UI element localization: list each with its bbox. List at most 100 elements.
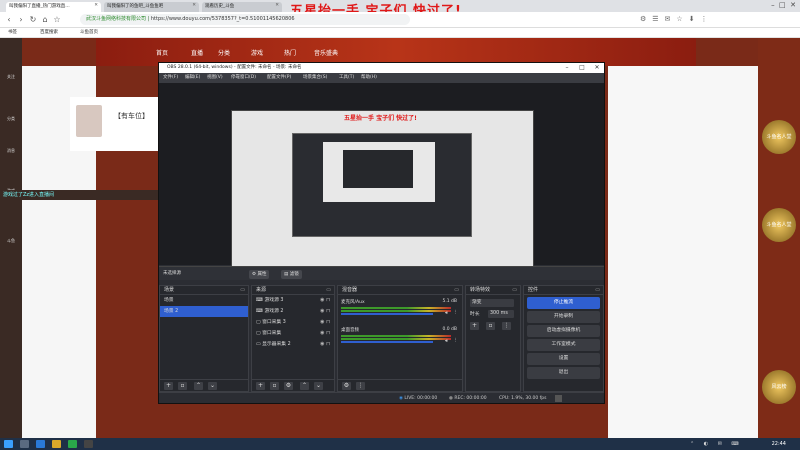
trash-icon[interactable]: ▫ (178, 382, 187, 390)
move-up-icon[interactable]: ⌃ (300, 382, 309, 390)
duration-input[interactable]: 300 ms (488, 310, 514, 318)
studio-mode-button[interactable]: 工作室模式 (527, 339, 600, 351)
nav-item[interactable]: 直播 (191, 48, 203, 57)
speaker-icon[interactable]: 🔊︎ (445, 310, 448, 316)
settings-button[interactable]: 设置 (527, 353, 600, 365)
visibility-lock-icons[interactable]: ◉ ⊓ (320, 295, 330, 306)
properties-button[interactable]: ⚙ 属性 (249, 270, 270, 279)
tab-douyu-live[interactable]: 叫我偏阳了直播_热门游戏直播_斗鱼 ✕ (6, 2, 101, 12)
minimize-icon[interactable]: – (560, 63, 574, 73)
more-icon[interactable]: ⋮ (454, 338, 459, 343)
forward-icon[interactable]: › (16, 14, 26, 25)
volume-slider[interactable] (341, 341, 433, 343)
sidebar-item[interactable]: 关注 (4, 74, 18, 80)
tab-history[interactable]: 观看历史_斗鱼 ✕ (202, 2, 282, 12)
window-icon: ▢ (256, 331, 261, 336)
menu-help[interactable]: 帮助(H) (361, 73, 377, 83)
volume-slider[interactable] (341, 313, 433, 315)
more-icon[interactable]: ⋮ (356, 382, 365, 390)
gear-icon[interactable]: ⚙ (342, 382, 351, 390)
stop-streaming-button[interactable]: 停止推流 (527, 297, 600, 309)
search-icon[interactable] (20, 440, 29, 448)
source-item[interactable]: ▢ 窗口采集 ◉ ⊓ (252, 328, 334, 339)
toolbar-icons[interactable]: ⚙☰✉☆⬇⋮ (640, 15, 790, 25)
badge-icon[interactable]: 斗鱼名人堂 (762, 120, 796, 154)
sidebar-item[interactable]: 消息 (4, 148, 18, 154)
nav-item[interactable]: 首页 (156, 48, 168, 57)
close-icon[interactable]: ✕ (590, 63, 604, 73)
more-icon[interactable]: ⋮ (502, 322, 511, 330)
url-field[interactable]: 武汉斗鱼网络科技有限公司 | https://www.douyu.com/537… (80, 14, 410, 25)
star-icon[interactable]: ☆ (52, 14, 62, 25)
dock-options-icon[interactable]: ▭ (512, 286, 517, 295)
bookmark-item[interactable]: 书签 (8, 28, 17, 38)
move-down-icon[interactable]: ⌄ (314, 382, 323, 390)
menu-tools[interactable]: 工具(T) (339, 73, 354, 83)
scene-item-selected[interactable]: 场景 2 (160, 306, 248, 317)
add-icon[interactable]: + (470, 322, 479, 330)
sidebar-item[interactable]: 分类 (4, 116, 18, 122)
source-item[interactable]: ▢ 窗口采集 3 ◉ ⊓ (252, 317, 334, 328)
nav-item[interactable]: 热门 (284, 48, 296, 57)
bookmark-item[interactable]: 百度搜索 (40, 28, 58, 38)
scene-item[interactable]: 场景 (160, 295, 248, 306)
browser-taskbar-icon[interactable] (36, 440, 45, 448)
close-icon[interactable]: ✕ (94, 3, 98, 8)
visibility-lock-icons[interactable]: ◉ ⊓ (320, 317, 330, 328)
source-item[interactable]: ▭ 显示器采集 2 ◉ ⊓ (252, 339, 334, 350)
nav-item[interactable]: 音乐盛典 (314, 48, 338, 57)
dock-options-icon[interactable]: ▭ (454, 286, 459, 295)
home-icon[interactable]: ⌂ (40, 14, 50, 25)
dock-options-icon[interactable]: ▭ (595, 286, 600, 295)
transition-select[interactable]: 渐变 (466, 298, 520, 309)
wechat-icon[interactable] (68, 440, 77, 448)
more-icon[interactable]: ⋮ (454, 310, 459, 315)
badge-icon[interactable]: 斗鱼名人堂 (762, 208, 796, 242)
menu-docks[interactable]: 停靠窗口(D) (231, 73, 256, 83)
nav-item[interactable]: 游戏 (251, 48, 263, 57)
filters-button[interactable]: ▤ 滤镜 (281, 270, 302, 279)
clock[interactable]: 22:44 (772, 438, 786, 450)
reload-icon[interactable]: ↻ (28, 14, 38, 25)
menu-view[interactable]: 视图(V) (207, 73, 223, 83)
speaker-icon[interactable]: 🔊︎ (445, 338, 448, 344)
add-icon[interactable]: + (164, 382, 173, 390)
window-controls[interactable]: – □ ✕ (771, 1, 796, 9)
obs-taskbar-icon[interactable] (84, 440, 93, 448)
sidebar-item[interactable]: 斗鱼 (4, 238, 18, 244)
source-item[interactable]: ⌨ 游戏源 2 ◉ ⊓ (252, 306, 334, 317)
maximize-icon[interactable]: □ (575, 63, 589, 73)
visibility-lock-icons[interactable]: ◉ ⊓ (320, 328, 330, 339)
start-recording-button[interactable]: 开始录制 (527, 311, 600, 323)
trash-icon[interactable]: ▫ (270, 382, 279, 390)
menu-scene-collection[interactable]: 场景集合(S) (303, 73, 327, 83)
back-icon[interactable]: ‹ (4, 14, 14, 25)
trash-icon[interactable]: ▫ (486, 322, 495, 330)
resize-grip[interactable] (555, 395, 562, 402)
obs-preview[interactable]: 五星抬一手 宝子们 快过了! (159, 83, 604, 280)
start-icon[interactable] (4, 440, 13, 448)
bookmark-item[interactable]: 斗鱼首页 (80, 28, 98, 38)
nav-item[interactable]: 分类 (218, 48, 230, 57)
exit-button[interactable]: 退出 (527, 367, 600, 379)
source-item[interactable]: ⌨ 游戏源 3 ◉ ⊓ (252, 295, 334, 306)
transition-type[interactable]: 渐变 (470, 299, 514, 307)
close-icon[interactable]: ✕ (192, 3, 196, 8)
move-down-icon[interactable]: ⌄ (208, 382, 217, 390)
tab-yuba[interactable]: 叫我偏阳了的鱼吧_斗鱼鱼吧 ✕ (104, 2, 199, 12)
dock-options-icon[interactable]: ▭ (240, 286, 245, 295)
dock-options-icon[interactable]: ▭ (326, 286, 331, 295)
menu-file[interactable]: 文件(F) (163, 73, 178, 83)
menu-profile[interactable]: 配置文件(P) (267, 73, 291, 83)
badge-icon[interactable]: 风云榜 (762, 370, 796, 404)
close-icon[interactable]: ✕ (275, 3, 279, 8)
gear-icon[interactable]: ⚙ (284, 382, 293, 390)
folder-icon[interactable] (52, 440, 61, 448)
move-up-icon[interactable]: ⌃ (194, 382, 203, 390)
tray-icons[interactable]: ⌃ ◐ ✉ ⌨ (690, 438, 743, 450)
visibility-lock-icons[interactable]: ◉ ⊓ (320, 306, 330, 317)
visibility-lock-icons[interactable]: ◉ ⊓ (320, 339, 330, 350)
add-icon[interactable]: + (256, 382, 265, 390)
menu-edit[interactable]: 编辑(E) (185, 73, 200, 83)
virtual-camera-button[interactable]: 启动虚拟摄像机 (527, 325, 600, 337)
